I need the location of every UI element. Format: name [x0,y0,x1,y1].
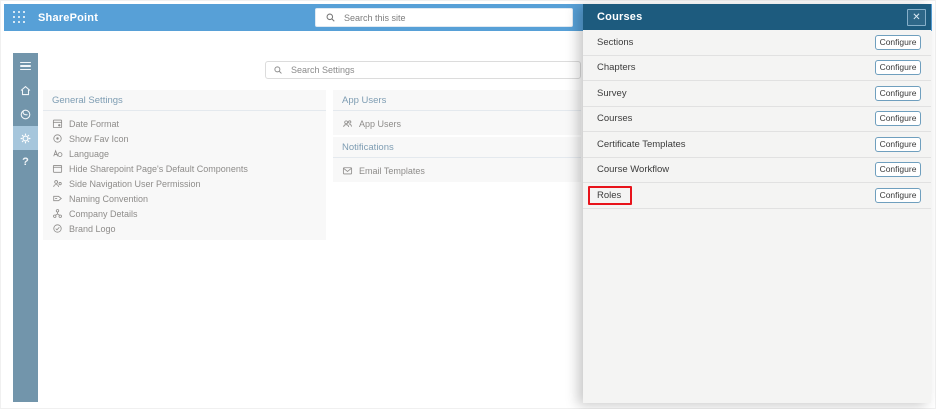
nav-home-button[interactable] [13,78,38,102]
gear-icon [20,133,31,143]
tag-icon [53,195,62,202]
window-icon [52,164,63,173]
section-title: Notifications [333,137,581,158]
user-permission-icon [53,180,62,187]
row-label: Chapters [597,62,636,74]
configure-button-sections[interactable]: Configure [875,34,921,50]
calendar-icon [52,119,63,129]
configure-button-courses[interactable]: Configure [875,111,921,127]
row-label-roles-highlighted: Roles [588,185,633,205]
row-label: Courses [597,113,633,125]
settings-search-input[interactable] [289,64,543,76]
sharepoint-settings-screen: SharePoint ? [0,0,936,409]
setting-item-label: Side Navigation User Permission [69,178,201,189]
nav-help-button[interactable]: ? [13,150,38,174]
setting-item-email-templates[interactable]: Email Templates [333,163,581,178]
configure-button-survey[interactable]: Configure [875,85,921,101]
app-title: SharePoint [38,11,99,24]
row-label: Survey [597,87,627,99]
configure-button-roles[interactable]: Configure [875,187,921,203]
left-nav-rail: ? [13,53,38,402]
setting-item-hide-components[interactable]: Hide Sharepoint Page's Default Component… [43,161,326,176]
setting-item-label: Date Format [69,118,120,129]
row-label: Certificate Templates [597,138,686,150]
setting-item-label: Naming Convention [69,193,149,204]
panel-row-courses: Courses Configure [583,107,931,132]
setting-item-label: Brand Logo [69,223,116,234]
courses-panel: Courses ✕ Sections Configure Chapters Co… [583,4,931,403]
question-icon: ? [22,156,29,168]
configure-button-chapters[interactable]: Configure [875,60,921,76]
search-icon [326,13,335,22]
nav-settings-button[interactable] [13,126,38,150]
setting-item-show-fav-icon[interactable]: Show Fav Icon [43,131,326,146]
panel-row-survey: Survey Configure [583,81,931,107]
mail-icon [342,167,353,175]
setting-item-label: Show Fav Icon [69,133,129,144]
setting-item-naming-convention[interactable]: Naming Convention [43,191,326,206]
panel-row-course-workflow: Course Workflow Configure [583,158,931,183]
configure-button-certificate-templates[interactable]: Configure [875,136,921,152]
site-search-input[interactable] [342,11,546,24]
app-launcher-icon[interactable] [13,11,26,24]
home-icon [20,85,31,95]
setting-item-date-format[interactable]: Date Format [43,116,326,131]
row-label: Sections [597,36,634,48]
settings-search-box[interactable] [265,61,581,79]
setting-item-brand-logo[interactable]: Brand Logo [43,221,326,236]
hamburger-icon [20,60,31,73]
panel-row-certificate-templates: Certificate Templates Configure [583,132,931,158]
people-icon [343,120,352,127]
close-icon[interactable]: ✕ [907,8,926,26]
setting-item-side-navigation-permission[interactable]: Side Navigation User Permission [43,176,326,191]
setting-item-label: Language [69,148,110,159]
setting-item-language[interactable]: Language [43,146,326,161]
app-users-section: App Users App Users [333,90,581,135]
panel-row-chapters: Chapters Configure [583,56,931,81]
translate-icon [53,149,63,158]
courses-panel-header: Courses ✕ [583,4,931,30]
check-circle-icon [53,224,62,233]
search-icon [274,66,282,74]
nav-site-button[interactable] [13,102,38,126]
setting-item-label: Email Templates [359,165,425,176]
configure-button-course-workflow[interactable]: Configure [875,162,921,178]
panel-title: Courses [597,11,643,23]
notifications-section: Notifications Email Templates [333,137,581,182]
globe-icon [20,109,31,119]
row-label: Course Workflow [597,164,670,176]
org-chart-icon [53,209,62,218]
nav-menu-button[interactable] [13,54,38,78]
setting-item-label: Company Details [69,208,138,219]
setting-item-label: Hide Sharepoint Page's Default Component… [69,163,248,174]
site-search-box[interactable] [315,8,573,27]
setting-item-label: App Users [359,118,402,129]
panel-row-roles: Roles Configure [583,183,931,209]
general-settings-section: General Settings Date Format Show Fav Ic… [43,90,326,240]
section-title: General Settings [43,90,326,111]
setting-item-company-details[interactable]: Company Details [43,206,326,221]
favicon-icon [53,134,62,143]
section-title: App Users [333,90,581,111]
setting-item-app-users[interactable]: App Users [333,116,581,131]
panel-row-sections: Sections Configure [583,30,931,56]
